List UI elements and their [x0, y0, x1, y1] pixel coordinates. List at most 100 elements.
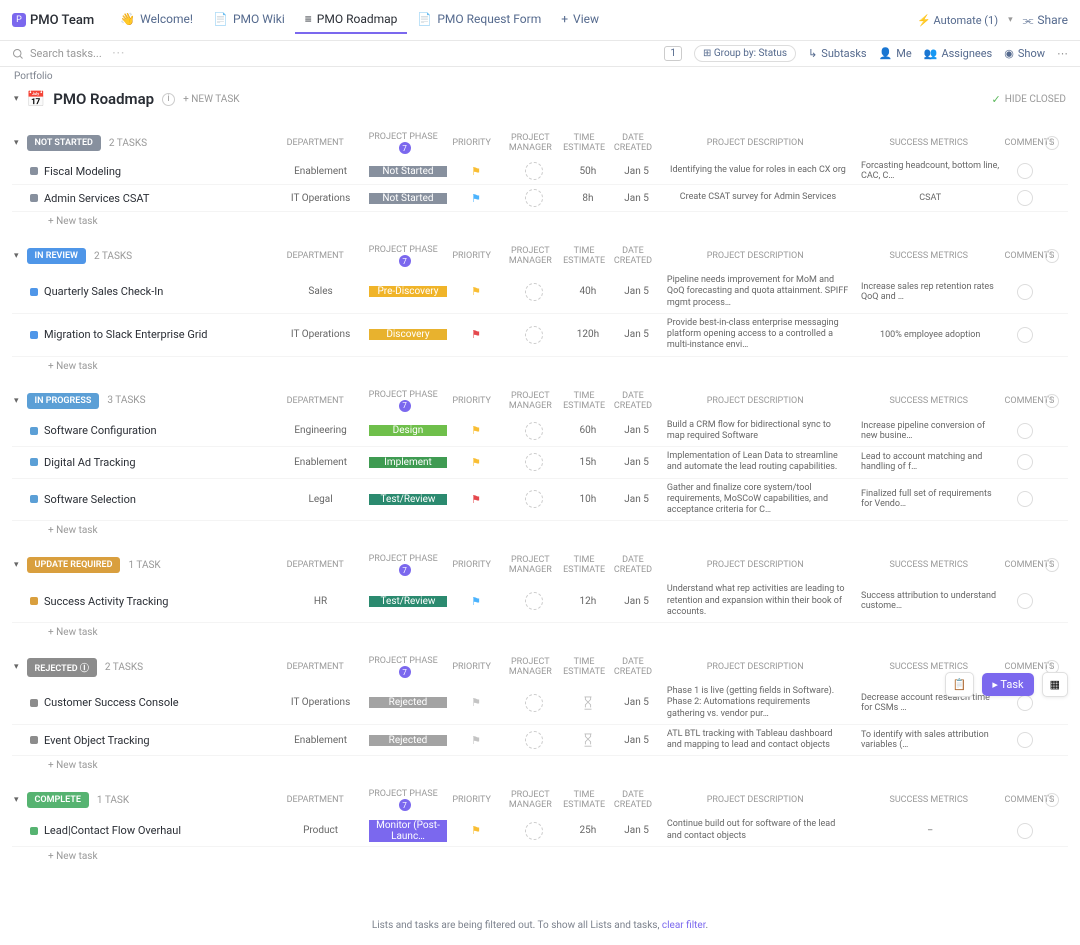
task-row[interactable]: Quarterly Sales Check-In Sales Pre-Disco… [12, 271, 1068, 314]
phase-cell[interactable]: Rejected [369, 735, 447, 746]
metrics-cell[interactable]: Forcasting headcount, bottom line, CAC, … [855, 161, 1006, 181]
time-cell[interactable]: 60h [564, 425, 613, 436]
manager-cell[interactable] [505, 162, 563, 180]
manager-cell[interactable] [505, 422, 563, 440]
date-cell[interactable]: Jan 5 [612, 329, 661, 340]
col-metrics[interactable]: SUCCESS METRICS [853, 396, 1005, 406]
manager-cell[interactable] [505, 189, 563, 207]
status-pill[interactable]: NOT STARTED [27, 135, 101, 151]
col-metrics[interactable]: SUCCESS METRICS [853, 251, 1005, 261]
col-comments[interactable]: COMMENTS [1005, 795, 1045, 805]
description-cell[interactable]: Implementation of Lean Data to streamlin… [661, 447, 855, 478]
task-row[interactable]: Software Configuration Engineering Desig… [12, 416, 1068, 448]
priority-cell[interactable]: ⚑ [447, 328, 505, 341]
phase-cell[interactable]: Not Started [369, 193, 447, 204]
task-name[interactable]: Software Configuration [44, 424, 157, 437]
col-time[interactable]: TIME ESTIMATE [560, 555, 609, 575]
tab-pmo-wiki[interactable]: 📄PMO Wiki [203, 6, 295, 34]
priority-cell[interactable]: ⚑ [447, 824, 505, 837]
task-row[interactable]: Digital Ad Tracking Enablement Implement… [12, 447, 1068, 479]
col-comments[interactable]: COMMENTS [1005, 396, 1045, 406]
status-dot[interactable] [30, 194, 38, 202]
collapse-caret-icon[interactable]: ▾ [14, 138, 19, 148]
status-dot[interactable] [30, 458, 38, 466]
manager-cell[interactable] [505, 326, 563, 344]
department-cell[interactable]: Enablement [272, 735, 369, 746]
priority-cell[interactable]: ⚑ [447, 285, 505, 298]
col-comments[interactable]: COMMENTS [1005, 560, 1045, 570]
task-row[interactable]: Customer Success Console IT Operations R… [12, 682, 1068, 725]
automate-button[interactable]: ⚡ Automate (1) [917, 14, 998, 27]
task-row[interactable]: Admin Services CSAT IT Operations Not St… [12, 185, 1068, 212]
task-name[interactable]: Lead|Contact Flow Overhaul [44, 824, 181, 837]
col-time[interactable]: TIME ESTIMATE [560, 790, 609, 810]
more-icon[interactable]: ⋯ [1057, 47, 1068, 60]
task-name[interactable]: Fiscal Modeling [44, 165, 121, 178]
status-pill[interactable]: IN REVIEW [27, 248, 86, 264]
col-department[interactable]: DEPARTMENT [266, 251, 364, 261]
manager-cell[interactable] [505, 283, 563, 301]
priority-cell[interactable]: ⚑ [447, 456, 505, 469]
description-cell[interactable]: ATL BTL tracking with Tableau dashboard … [661, 725, 855, 756]
time-estimate-value[interactable]: 120h [577, 329, 599, 340]
time-estimate-value[interactable]: 12h [580, 596, 597, 607]
status-dot[interactable] [30, 288, 38, 296]
collapse-caret-icon[interactable]: ▾ [14, 94, 19, 104]
task-name[interactable]: Quarterly Sales Check-In [44, 285, 163, 298]
comments-cell[interactable] [1005, 823, 1044, 839]
comments-cell[interactable] [1005, 284, 1044, 300]
group-by-selector[interactable]: ⊞ Group by: Status [694, 45, 796, 62]
col-desc[interactable]: PROJECT DESCRIPTION [657, 251, 853, 261]
task-row[interactable]: Migration to Slack Enterprise Grid IT Op… [12, 314, 1068, 357]
status-dot[interactable] [30, 427, 38, 435]
comments-cell[interactable] [1005, 695, 1044, 711]
me-button[interactable]: 👤 Me [879, 47, 912, 60]
col-metrics[interactable]: SUCCESS METRICS [853, 560, 1005, 570]
phase-cell[interactable]: Test/Review [369, 494, 447, 505]
col-time[interactable]: TIME ESTIMATE [560, 133, 609, 153]
add-column-button[interactable]: + [1045, 558, 1059, 572]
description-cell[interactable]: Create CSAT survey for Admin Services [661, 188, 855, 207]
new-task-inline-button[interactable]: + New task [12, 623, 1068, 642]
time-estimate-value[interactable]: 50h [580, 166, 597, 177]
time-cell[interactable] [564, 733, 613, 747]
manager-cell[interactable] [505, 731, 563, 749]
metrics-cell[interactable]: Increase pipeline conversion of new busi… [855, 421, 1006, 441]
col-comments[interactable]: COMMENTS [1005, 662, 1045, 672]
status-dot[interactable] [30, 597, 38, 605]
comments-cell[interactable] [1005, 423, 1044, 439]
new-task-inline-button[interactable]: + New task [12, 847, 1068, 866]
department-cell[interactable]: HR [272, 596, 369, 607]
col-date[interactable]: DATE CREATED [609, 133, 658, 153]
new-task-inline-button[interactable]: + New task [12, 521, 1068, 540]
date-cell[interactable]: Jan 5 [612, 825, 661, 836]
manager-cell[interactable] [505, 822, 563, 840]
status-pill[interactable]: UPDATE REQUIRED [27, 557, 121, 573]
chevron-down-icon[interactable]: ▾ [1008, 15, 1013, 25]
col-comments[interactable]: COMMENTS [1005, 251, 1045, 261]
status-dot[interactable] [30, 736, 38, 744]
show-button[interactable]: ◉ Show [1004, 47, 1045, 60]
tab-pmo-roadmap[interactable]: ≡PMO Roadmap [295, 6, 408, 34]
manager-cell[interactable] [505, 453, 563, 471]
comments-cell[interactable] [1005, 593, 1044, 609]
col-date[interactable]: DATE CREATED [609, 657, 658, 677]
col-time[interactable]: TIME ESTIMATE [560, 391, 609, 411]
col-phase[interactable]: PROJECT PHASE7 [364, 554, 442, 576]
status-dot[interactable] [30, 495, 38, 503]
collapse-caret-icon[interactable]: ▾ [14, 396, 19, 406]
task-row[interactable]: Event Object Tracking Enablement Rejecte… [12, 725, 1068, 757]
task-row[interactable]: Success Activity Tracking HR Test/Review… [12, 580, 1068, 623]
priority-cell[interactable]: ⚑ [447, 734, 505, 747]
date-cell[interactable]: Jan 5 [612, 596, 661, 607]
col-desc[interactable]: PROJECT DESCRIPTION [657, 662, 853, 672]
time-cell[interactable]: 15h [564, 457, 613, 468]
col-priority[interactable]: PRIORITY [442, 795, 501, 805]
add-column-button[interactable]: + [1045, 249, 1059, 263]
task-name[interactable]: Event Object Tracking [44, 734, 150, 747]
new-task-inline-button[interactable]: + New task [12, 756, 1068, 775]
phase-cell[interactable]: Monitor (Post-Launc… [369, 820, 447, 842]
col-manager[interactable]: PROJECT MANAGER [501, 391, 560, 411]
phase-cell[interactable]: Test/Review [369, 596, 447, 607]
task-row[interactable]: Lead|Contact Flow Overhaul Product Monit… [12, 815, 1068, 847]
